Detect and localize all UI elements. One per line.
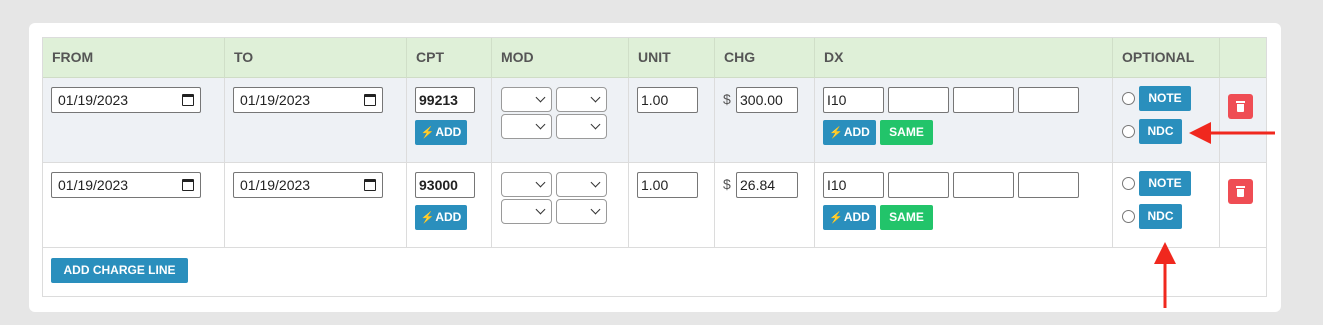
chevron-down-icon (535, 119, 546, 130)
currency-symbol: $ (723, 91, 731, 107)
dx-add-label: ADD (843, 125, 870, 139)
calendar-icon[interactable] (182, 179, 194, 191)
add-charge-line-button[interactable]: ADD CHARGE LINE (51, 258, 188, 283)
cpt-input[interactable]: 93000 (415, 172, 475, 198)
col-header-unit: UNIT (629, 38, 715, 78)
from-date-value: 01/19/2023 (58, 92, 129, 108)
dx-input-1[interactable]: I10 (823, 87, 884, 113)
mod-select-3[interactable] (501, 114, 552, 139)
table-row: 01/19/2023 01/19/2023 99213 ⚡ADD 1.00 $ … (43, 78, 1266, 163)
from-date-input[interactable]: 01/19/2023 (51, 172, 201, 198)
dx-input-4[interactable] (1018, 172, 1079, 198)
to-date-input[interactable]: 01/19/2023 (233, 87, 383, 113)
ndc-radio[interactable] (1122, 125, 1135, 138)
mod-select-1[interactable] (501, 87, 552, 112)
mod-select-2[interactable] (556, 87, 607, 112)
lightning-icon: ⚡ (829, 212, 843, 224)
col-header-actions (1220, 38, 1266, 78)
mod-select-2[interactable] (556, 172, 607, 197)
arrow-icon (1189, 122, 1275, 144)
col-header-from: FROM (43, 38, 225, 78)
chevron-down-icon (590, 92, 601, 103)
col-header-to: TO (225, 38, 407, 78)
same-button[interactable]: SAME (880, 205, 933, 230)
cpt-add-button[interactable]: ⚡ADD (415, 120, 467, 145)
charge-lines-card: FROM TO CPT MOD UNIT CHG DX OPTIONAL 01/… (29, 23, 1281, 312)
calendar-icon[interactable] (364, 179, 376, 191)
col-header-cpt: CPT (407, 38, 492, 78)
dx-input-2[interactable] (888, 172, 949, 198)
calendar-icon[interactable] (182, 94, 194, 106)
chevron-down-icon (590, 119, 601, 130)
trash-icon (1236, 101, 1245, 103)
lightning-icon: ⚡ (420, 127, 435, 139)
dx-input-2[interactable] (888, 87, 949, 113)
chevron-down-icon (535, 92, 546, 103)
chevron-down-icon (590, 204, 601, 215)
note-button[interactable]: NOTE (1139, 86, 1191, 111)
chevron-down-icon (535, 177, 546, 188)
table-row: 01/19/2023 01/19/2023 93000 ⚡ADD 1.00 $ … (43, 163, 1266, 248)
from-date-input[interactable]: 01/19/2023 (51, 87, 201, 113)
chevron-down-icon (535, 204, 546, 215)
mod-select-3[interactable] (501, 199, 552, 224)
note-button[interactable]: NOTE (1139, 171, 1191, 196)
mod-select-1[interactable] (501, 172, 552, 197)
ndc-button[interactable]: NDC (1139, 119, 1182, 144)
note-radio[interactable] (1122, 92, 1135, 105)
unit-input[interactable]: 1.00 (637, 87, 698, 113)
same-button[interactable]: SAME (880, 120, 933, 145)
col-header-chg: CHG (715, 38, 815, 78)
dx-input-1[interactable]: I10 (823, 172, 884, 198)
dx-add-button[interactable]: ⚡ADD (823, 120, 876, 145)
mod-select-4[interactable] (556, 114, 607, 139)
to-date-value: 01/19/2023 (240, 177, 311, 193)
delete-button[interactable] (1228, 179, 1253, 204)
col-header-dx: DX (815, 38, 1113, 78)
charge-input[interactable]: 300.00 (736, 87, 798, 113)
cpt-input[interactable]: 99213 (415, 87, 475, 113)
dx-add-label: ADD (843, 210, 870, 224)
to-date-input[interactable]: 01/19/2023 (233, 172, 383, 198)
charge-lines-table: FROM TO CPT MOD UNIT CHG DX OPTIONAL 01/… (42, 37, 1267, 297)
dx-input-3[interactable] (953, 172, 1014, 198)
trash-icon (1236, 186, 1245, 188)
currency-symbol: $ (723, 176, 731, 192)
dx-add-button[interactable]: ⚡ADD (823, 205, 876, 230)
to-date-value: 01/19/2023 (240, 92, 311, 108)
col-header-mod: MOD (492, 38, 629, 78)
lightning-icon: ⚡ (829, 127, 843, 139)
delete-button[interactable] (1228, 94, 1253, 119)
lightning-icon: ⚡ (420, 212, 435, 224)
note-radio[interactable] (1122, 177, 1135, 190)
ndc-radio[interactable] (1122, 210, 1135, 223)
dx-input-3[interactable] (953, 87, 1014, 113)
cpt-add-label: ADD (435, 210, 462, 224)
cpt-add-label: ADD (435, 125, 462, 139)
col-header-optional: OPTIONAL (1113, 38, 1220, 78)
chevron-down-icon (590, 177, 601, 188)
arrow-icon (1154, 242, 1176, 308)
unit-input[interactable]: 1.00 (637, 172, 698, 198)
from-date-value: 01/19/2023 (58, 177, 129, 193)
calendar-icon[interactable] (364, 94, 376, 106)
mod-select-4[interactable] (556, 199, 607, 224)
dx-input-4[interactable] (1018, 87, 1079, 113)
ndc-button[interactable]: NDC (1139, 204, 1182, 229)
table-header: FROM TO CPT MOD UNIT CHG DX OPTIONAL (43, 38, 1266, 78)
cpt-add-button[interactable]: ⚡ADD (415, 205, 467, 230)
table-footer: ADD CHARGE LINE (43, 248, 1266, 296)
charge-input[interactable]: 26.84 (736, 172, 798, 198)
